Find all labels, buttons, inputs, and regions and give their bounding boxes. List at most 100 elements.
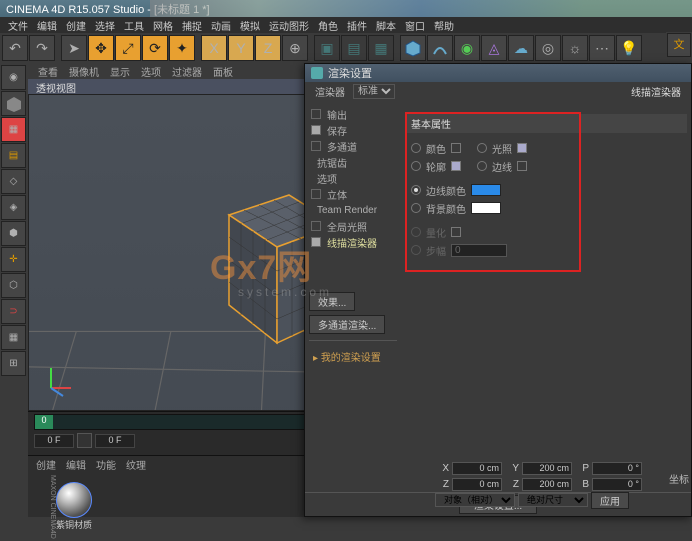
renderer-bar: 渲染器 标准 线描渲染器 bbox=[305, 82, 691, 100]
playhead[interactable]: 0 bbox=[35, 415, 53, 429]
tweak-button[interactable]: ⬡ bbox=[1, 273, 26, 298]
cat-antialias[interactable]: 抗锯齿 bbox=[307, 154, 399, 170]
cube-primitive-button[interactable] bbox=[400, 35, 426, 61]
render-settings-button[interactable]: ▦ bbox=[368, 35, 394, 61]
recent-tool[interactable]: ✦ bbox=[169, 35, 195, 61]
axis-z-toggle[interactable]: Z bbox=[255, 35, 281, 61]
redo-button[interactable]: ↷ bbox=[29, 35, 55, 61]
highlight-annotation bbox=[405, 112, 581, 272]
menu-create[interactable]: 创建 bbox=[66, 18, 86, 32]
rot-p-field[interactable]: 0 ° bbox=[592, 462, 642, 475]
scale-tool[interactable]: ⤢ bbox=[115, 35, 141, 61]
titlebar-decoration bbox=[150, 0, 692, 17]
mat-tab-create[interactable]: 创建 bbox=[36, 457, 56, 472]
grid-button[interactable]: ⊞ bbox=[1, 351, 26, 376]
axis-x-toggle[interactable]: X bbox=[201, 35, 227, 61]
vp-tab-view[interactable]: 查看 bbox=[38, 64, 58, 78]
cat-multipass[interactable]: 多通道 bbox=[307, 138, 399, 154]
more-button[interactable]: ⋯ bbox=[589, 35, 615, 61]
menu-animate[interactable]: 动画 bbox=[211, 18, 231, 32]
my-render-settings[interactable]: ▸ 我的渲染设置 bbox=[307, 345, 399, 368]
spline-button[interactable] bbox=[427, 35, 453, 61]
edge-mode-button[interactable]: ◈ bbox=[1, 195, 26, 220]
vp-tab-options[interactable]: 选项 bbox=[141, 64, 161, 78]
coord-system-button[interactable]: ⊕ bbox=[282, 35, 308, 61]
menu-select[interactable]: 选择 bbox=[95, 18, 115, 32]
menu-window[interactable]: 窗口 bbox=[405, 18, 425, 32]
menu-script[interactable]: 脚本 bbox=[376, 18, 396, 32]
axis-y-toggle[interactable]: Y bbox=[228, 35, 254, 61]
live-select-tool[interactable]: ◉ bbox=[1, 65, 26, 90]
texture-mode-button[interactable]: ▦ bbox=[1, 117, 26, 142]
rotate-tool[interactable]: ⟳ bbox=[142, 35, 168, 61]
menu-simulate[interactable]: 模拟 bbox=[240, 18, 260, 32]
dialog-titlebar[interactable]: 渲染设置 bbox=[305, 64, 691, 82]
size-y-field[interactable]: 200 cm bbox=[522, 462, 572, 475]
menu-plugins[interactable]: 插件 bbox=[347, 18, 367, 32]
camera-button[interactable]: ◎ bbox=[535, 35, 561, 61]
rot-b-field[interactable]: 0 ° bbox=[592, 478, 642, 491]
point-mode-button[interactable]: ◇ bbox=[1, 169, 26, 194]
range-start-field[interactable]: 0 F bbox=[95, 434, 135, 448]
mat-tab-edit[interactable]: 编辑 bbox=[66, 457, 86, 472]
renderer-dropdown[interactable]: 标准 bbox=[353, 84, 395, 99]
vp-tab-camera[interactable]: 摄像机 bbox=[69, 64, 99, 78]
menu-character[interactable]: 角色 bbox=[318, 18, 338, 32]
layout-button[interactable]: 文 bbox=[667, 33, 691, 57]
menu-help[interactable]: 帮助 bbox=[434, 18, 454, 32]
cat-team-render[interactable]: Team Render bbox=[307, 202, 399, 218]
vp-tab-display[interactable]: 显示 bbox=[110, 64, 130, 78]
left-tool-palette: ◉ ▦ ▤ ◇ ◈ ⬢ ✛ ⬡ ⊃ ▦ ⊞ bbox=[0, 63, 28, 517]
poly-mode-button[interactable]: ⬢ bbox=[1, 221, 26, 246]
snap-button[interactable]: ▦ bbox=[1, 325, 26, 350]
menu-mesh[interactable]: 网格 bbox=[153, 18, 173, 32]
menu-file[interactable]: 文件 bbox=[8, 18, 28, 32]
generator-button[interactable]: ◉ bbox=[454, 35, 480, 61]
effects-button[interactable]: 效果... bbox=[309, 292, 355, 311]
deformer-button[interactable]: ◬ bbox=[481, 35, 507, 61]
pos-z-field[interactable]: 0 cm bbox=[452, 478, 502, 491]
workplane-button[interactable]: ▤ bbox=[1, 143, 26, 168]
size-mode-dropdown[interactable]: 绝对尺寸 bbox=[518, 493, 588, 507]
cat-save[interactable]: 保存 bbox=[307, 122, 399, 138]
vp-tab-filter[interactable]: 过滤器 bbox=[172, 64, 202, 78]
cat-output[interactable]: 输出 bbox=[307, 106, 399, 122]
render-view-button[interactable]: ▣ bbox=[314, 35, 340, 61]
undo-button[interactable]: ↶ bbox=[2, 35, 28, 61]
environment-button[interactable]: ☁ bbox=[508, 35, 534, 61]
cat-options[interactable]: 选项 bbox=[307, 170, 399, 186]
menu-mograph[interactable]: 运动图形 bbox=[269, 18, 309, 32]
menu-tools[interactable]: 工具 bbox=[124, 18, 144, 32]
apply-button[interactable]: 应用 bbox=[591, 492, 629, 509]
goto-start-button[interactable] bbox=[77, 433, 92, 448]
mat-tab-function[interactable]: 功能 bbox=[96, 457, 116, 472]
main-menubar: 文件 编辑 创建 选择 工具 网格 捕捉 动画 模拟 运动图形 角色 插件 脚本… bbox=[0, 17, 692, 33]
model-mode-button[interactable] bbox=[1, 91, 26, 116]
render-settings-dialog: 渲染设置 渲染器 标准 线描渲染器 输出 保存 多通道 抗锯齿 选项 立体 Te… bbox=[304, 63, 692, 517]
material-preview-ball[interactable] bbox=[56, 482, 92, 518]
multipass-button[interactable]: 多通道渲染... bbox=[309, 315, 385, 334]
move-tool[interactable]: ✥ bbox=[88, 35, 114, 61]
cube-solid-icon bbox=[5, 95, 23, 113]
vp-tab-panel[interactable]: 面板 bbox=[213, 64, 233, 78]
light-button[interactable]: ☼ bbox=[562, 35, 588, 61]
coords-panel-hint: 坐标 bbox=[669, 471, 689, 486]
cat-override[interactable]: 全局光照 bbox=[307, 218, 399, 234]
render-settings-icon bbox=[311, 67, 323, 79]
right-section-header: 线描渲染器 bbox=[631, 84, 681, 99]
select-tool[interactable]: ➤ bbox=[61, 35, 87, 61]
menu-edit[interactable]: 编辑 bbox=[37, 18, 57, 32]
axis-mode-button[interactable]: ✛ bbox=[1, 247, 26, 272]
tip-button[interactable]: 💡 bbox=[616, 35, 642, 61]
coord-mode-dropdown[interactable]: 对象（相对） bbox=[435, 493, 515, 507]
menu-snap[interactable]: 捕捉 bbox=[182, 18, 202, 32]
mat-tab-texture[interactable]: 纹理 bbox=[126, 457, 146, 472]
cat-wire-renderer[interactable]: 线描渲染器 bbox=[307, 234, 399, 250]
pos-x-field[interactable]: 0 cm bbox=[452, 462, 502, 475]
size-z-field[interactable]: 200 cm bbox=[522, 478, 572, 491]
render-pv-button[interactable]: ▤ bbox=[341, 35, 367, 61]
cat-stereo[interactable]: 立体 bbox=[307, 186, 399, 202]
start-frame-field[interactable]: 0 F bbox=[34, 434, 74, 448]
cube-icon bbox=[404, 39, 422, 57]
magnet-button[interactable]: ⊃ bbox=[1, 299, 26, 324]
